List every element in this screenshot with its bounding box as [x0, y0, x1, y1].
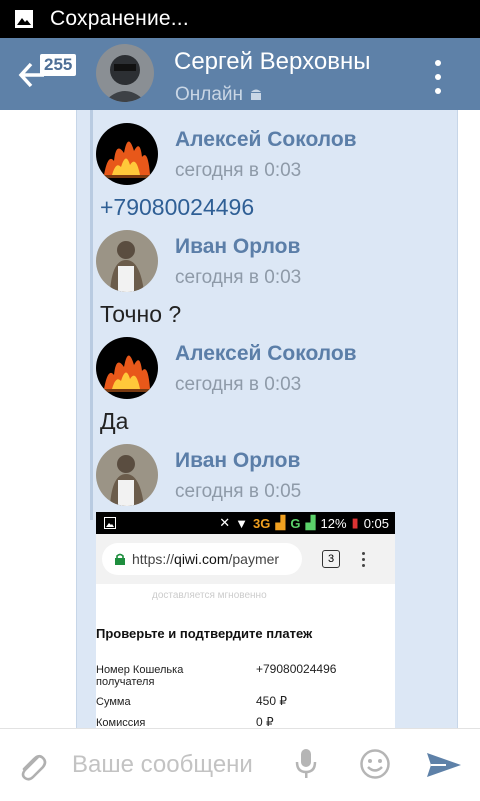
chat-area[interactable]: Алексей Соколов сегодня в 0:03 +79080024… — [0, 110, 480, 728]
lock-icon — [115, 553, 125, 565]
battery-icon: ▮ — [351, 515, 359, 530]
payment-title: Проверьте и подтвердите платеж — [96, 626, 313, 641]
image-icon — [14, 9, 34, 29]
signal-icon: ▟ — [275, 515, 286, 530]
sender-name[interactable]: Иван Орлов — [175, 235, 300, 259]
message-header: Алексей Соколов сегодня в 0:03 — [96, 337, 456, 399]
screenshot-status-bar: ✕ ▼ 3G ▟ G ▟ 12% ▮ 0:05 — [96, 512, 395, 534]
mute-icon: ✕ — [219, 515, 231, 530]
fire-avatar[interactable] — [96, 337, 158, 399]
status-label: Онлайн — [175, 84, 244, 105]
network-g: G — [290, 515, 301, 531]
url-path: /paymer — [228, 551, 280, 567]
sender-name[interactable]: Алексей Соколов — [175, 128, 357, 152]
clock: 0:05 — [363, 515, 389, 531]
faint-text: доставляется мгновенно — [152, 590, 267, 601]
url-bar: https://qiwi.com/paymer — [102, 543, 302, 575]
message-time: сегодня в 0:03 — [175, 374, 302, 395]
row-value: +79080024496 — [256, 662, 337, 676]
back-button[interactable]: 255 — [18, 54, 98, 94]
message-time: сегодня в 0:03 — [175, 267, 302, 288]
url-prefix: https:// — [132, 551, 175, 567]
status-bar: Сохранение... — [0, 0, 480, 38]
paperclip-icon[interactable] — [16, 749, 48, 783]
online-status: Онлайн — [175, 84, 263, 106]
status-text: Сохранение... — [50, 7, 189, 30]
row-value: 0 ₽ — [256, 715, 274, 728]
image-icon — [104, 517, 116, 529]
sender-name[interactable]: Иван Орлов — [175, 449, 300, 473]
send-icon[interactable] — [426, 751, 462, 779]
tab-count: 3 — [322, 550, 340, 568]
forward-line — [90, 110, 93, 520]
person-avatar[interactable] — [96, 444, 158, 506]
message-time: сегодня в 0:05 — [175, 481, 302, 502]
browser-toolbar: https://qiwi.com/paymer 3 — [96, 534, 395, 584]
message-header: Иван Орлов сегодня в 0:05 — [96, 444, 456, 506]
row-label: Номер Кошелька получателя — [96, 664, 184, 688]
message-header: Иван Орлов сегодня в 0:03 — [96, 230, 456, 292]
wifi-icon: ▼ — [235, 515, 249, 531]
emoji-icon[interactable] — [359, 748, 391, 780]
network-3g: 3G — [253, 515, 271, 531]
contact-name[interactable]: Сергей Верховны — [174, 48, 394, 76]
signal-icon: ▟ — [305, 515, 316, 530]
row-value: 450 ₽ — [256, 694, 287, 708]
unread-badge: 255 — [40, 54, 77, 76]
microphone-icon[interactable] — [293, 747, 319, 781]
chat-header: 255 Сергей Верховны Онлайн — [0, 38, 480, 110]
avatar[interactable] — [96, 44, 154, 102]
sender-name[interactable]: Алексей Соколов — [175, 342, 357, 366]
fire-avatar[interactable] — [96, 123, 158, 185]
url-domain: qiwi.com — [174, 551, 229, 567]
message-text[interactable]: Да — [100, 408, 128, 435]
row-label: Сумма — [96, 696, 131, 708]
battery-level: 12% — [320, 515, 347, 531]
message-input-bar: Ваше сообщени — [0, 728, 480, 801]
attached-screenshot[interactable]: ✕ ▼ 3G ▟ G ▟ 12% ▮ 0:05 https://qiwi.com… — [96, 512, 395, 728]
row-label: Комиссия — [96, 717, 146, 728]
payment-page: доставляется мгновенно Проверьте и подтв… — [96, 584, 395, 728]
message-time: сегодня в 0:03 — [175, 160, 302, 181]
browser-menu-icon — [362, 551, 365, 567]
android-icon — [251, 89, 262, 100]
message-input[interactable]: Ваше сообщени — [72, 751, 282, 779]
message-header: Алексей Соколов сегодня в 0:03 — [96, 123, 456, 185]
overflow-menu-button[interactable] — [428, 60, 448, 94]
person-avatar[interactable] — [96, 230, 158, 292]
message-text[interactable]: +79080024496 — [100, 194, 254, 221]
message-text[interactable]: Точно ? — [100, 301, 181, 328]
